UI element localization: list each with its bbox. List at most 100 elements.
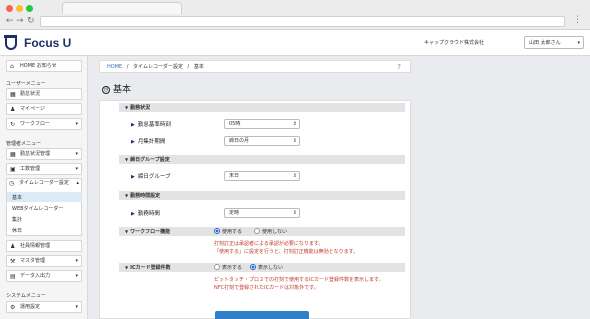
radio-unchecked-icon bbox=[214, 264, 220, 270]
sidebar-item-master[interactable]: ⚒ マスタ管理 ▾ bbox=[6, 255, 82, 267]
sidebar-item-attendance[interactable]: ▦ 勤怠状況 bbox=[6, 88, 82, 100]
company-name: キャップクラウド株式会社 bbox=[424, 40, 485, 46]
section-title: ICカード登録件数 bbox=[130, 265, 171, 271]
browser-menu-icon[interactable]: ⋮ bbox=[573, 15, 582, 25]
list-icon: ▦ bbox=[10, 151, 16, 158]
system-menu-heading: システムメニュー bbox=[6, 293, 46, 299]
caret-down-icon: ▼ bbox=[125, 229, 129, 234]
workflow-nouse-radio[interactable]: 使用しない bbox=[254, 228, 287, 236]
sidebar-item-employee[interactable]: ♟ 社員情報管理 bbox=[6, 240, 82, 252]
reload-icon[interactable]: ↻ bbox=[27, 16, 35, 26]
sidebar-item-attendance-admin[interactable]: ▦ 勤怠状況管理 ▾ bbox=[6, 148, 82, 160]
sidebar-item-data-io[interactable]: ▤ データ入出力 ▾ bbox=[6, 270, 82, 282]
breadcrumb-settings[interactable]: タイムレコーダー設定 bbox=[133, 64, 183, 70]
close-window-icon[interactable] bbox=[6, 5, 13, 12]
monthly-period-select[interactable]: 締日の月 ⇕ bbox=[224, 136, 300, 146]
main-content: HOME / タイムレコーダー設定 / 基本 ? ◷ 基本 ▼ 勤務状況 ▶ 勤怠基準… bbox=[99, 56, 411, 319]
caret-right-icon: ▶ bbox=[131, 122, 135, 128]
sidebar-item-mypage[interactable]: ♟ マイページ bbox=[6, 103, 82, 115]
caret-down-icon: ▼ bbox=[125, 265, 129, 270]
grid-icon: ▣ bbox=[10, 166, 16, 173]
user-menu-heading: ユーザーメニュー bbox=[6, 81, 46, 87]
workflow-note-2: 「使用する」に設定を行うと、打刻訂正機能は無効となります。 bbox=[214, 249, 359, 255]
section-closing-group: ▼ 締日グループ設定 bbox=[119, 155, 405, 164]
clock-icon: ◷ bbox=[9, 180, 15, 187]
chevron-down-icon: ▾ bbox=[75, 273, 78, 279]
maximize-window-icon[interactable] bbox=[26, 5, 33, 12]
sidebar-item-label: マイページ bbox=[20, 106, 45, 112]
clock-icon: ◷ bbox=[102, 86, 110, 94]
section-work-status: ▼ 勤務状況 bbox=[119, 103, 405, 112]
radio-checked-icon bbox=[214, 228, 220, 234]
caret-down-icon: ▼ bbox=[125, 105, 129, 110]
select-value: 05時 bbox=[229, 121, 241, 127]
row-label-text: 締日グループ bbox=[137, 174, 171, 180]
sidebar-item-timerecorder[interactable]: ◷ タイムレコーダー設定 ▴ bbox=[6, 178, 82, 190]
row-label: ▶ 勤務時間 bbox=[131, 209, 160, 217]
radio-label: 表示しない bbox=[258, 265, 284, 271]
row-label: ▶ 勤怠基準時刻 bbox=[131, 120, 171, 128]
row-label-text: 月集計期間 bbox=[137, 139, 166, 145]
radio-label: 使用する bbox=[222, 229, 243, 235]
closing-group-select[interactable]: 末日 ⇕ bbox=[224, 171, 300, 181]
caret-right-icon: ▶ bbox=[131, 174, 135, 180]
workflow-use-radio[interactable]: 使用する bbox=[214, 228, 242, 236]
sidebar-item-label: 勤怠状況 bbox=[20, 91, 41, 97]
person-icon: ♟ bbox=[10, 106, 16, 113]
iccard-hide-radio[interactable]: 表示しない bbox=[250, 264, 283, 272]
page-title: ◷ 基本 bbox=[102, 82, 131, 95]
updown-icon: ⇕ bbox=[292, 210, 297, 216]
save-button[interactable] bbox=[215, 311, 309, 319]
help-icon[interactable]: ? bbox=[397, 61, 401, 73]
sidebar: ⌂ HOME お知らせ ユーザーメニュー ▦ 勤怠状況 ♟ マイページ ↻ ワークフロー… bbox=[0, 56, 88, 319]
browser-tab[interactable] bbox=[62, 2, 182, 14]
forward-icon[interactable]: → bbox=[16, 16, 24, 26]
caret-down-icon: ▼ bbox=[125, 157, 129, 162]
caret-down-icon: ▼ bbox=[125, 193, 129, 198]
breadcrumb-current: 基本 bbox=[193, 64, 204, 70]
file-icon: ▤ bbox=[10, 273, 16, 280]
sidebar-item-label: データ入出力 bbox=[20, 273, 51, 279]
iccard-show-radio[interactable]: 表示する bbox=[214, 264, 242, 272]
user-menu-button[interactable]: 山田 太郎さん ▾ bbox=[524, 36, 584, 49]
standard-time-select[interactable]: 05時 ⇕ bbox=[224, 119, 300, 129]
sidebar-item-manhours[interactable]: ▣ 工数管理 ▾ bbox=[6, 163, 82, 175]
sidebar-sub-basic[interactable]: 基本 bbox=[12, 194, 22, 201]
updown-icon: ⇕ bbox=[292, 173, 297, 179]
row-label: ▶ 月集計期間 bbox=[131, 137, 165, 145]
section-working-hours: ▼ 勤務時間設定 bbox=[119, 191, 405, 200]
sidebar-item-operation[interactable]: ⚙ 運用設定 ▾ bbox=[6, 301, 82, 313]
minimize-window-icon[interactable] bbox=[16, 5, 23, 12]
section-title: ワークフロー機能 bbox=[130, 229, 171, 235]
updown-icon: ⇕ bbox=[292, 121, 297, 127]
section-title: 勤務状況 bbox=[130, 105, 151, 111]
caret-right-icon: ▶ bbox=[131, 211, 135, 217]
sidebar-item-label: 社員情報管理 bbox=[20, 243, 51, 249]
select-value: 定時 bbox=[229, 210, 240, 216]
sidebar-item-label: マスタ管理 bbox=[20, 258, 46, 264]
sidebar-item-label: 工数管理 bbox=[20, 166, 41, 172]
chevron-down-icon: ▾ bbox=[75, 304, 78, 310]
logo-text: Focus U bbox=[24, 36, 72, 50]
user-name: 山田 太郎さん bbox=[529, 40, 561, 46]
home-icon: ⌂ bbox=[10, 63, 14, 70]
address-bar[interactable] bbox=[40, 16, 565, 27]
updown-icon: ⇕ bbox=[292, 138, 297, 144]
sidebar-sub-aggregate[interactable]: 集計 bbox=[12, 216, 22, 223]
list-icon: ▦ bbox=[10, 91, 16, 98]
sidebar-item-workflow[interactable]: ↻ ワークフロー ▾ bbox=[6, 118, 82, 130]
breadcrumb-home-link[interactable]: HOME bbox=[107, 64, 122, 70]
row-label-text: 勤務時間 bbox=[137, 211, 160, 217]
chevron-down-icon: ▾ bbox=[75, 151, 78, 157]
chevron-down-icon: ▾ bbox=[75, 166, 78, 172]
wrench-icon: ⚒ bbox=[10, 258, 16, 265]
sidebar-sub-web-timerecorder[interactable]: WEBタイムレコーダー bbox=[12, 205, 63, 212]
browser-chrome: ← → ↻ ⋮ bbox=[0, 0, 590, 30]
sidebar-item-home[interactable]: ⌂ HOME お知らせ bbox=[6, 60, 82, 72]
back-icon[interactable]: ← bbox=[6, 16, 14, 26]
gear-icon: ⚙ bbox=[10, 304, 16, 311]
sidebar-sub-holiday[interactable]: 休日 bbox=[12, 227, 22, 234]
working-hours-select[interactable]: 定時 ⇕ bbox=[224, 208, 300, 218]
breadcrumb: HOME / タイムレコーダー設定 / 基本 ? bbox=[99, 60, 411, 73]
breadcrumb-separator: / bbox=[187, 64, 190, 70]
